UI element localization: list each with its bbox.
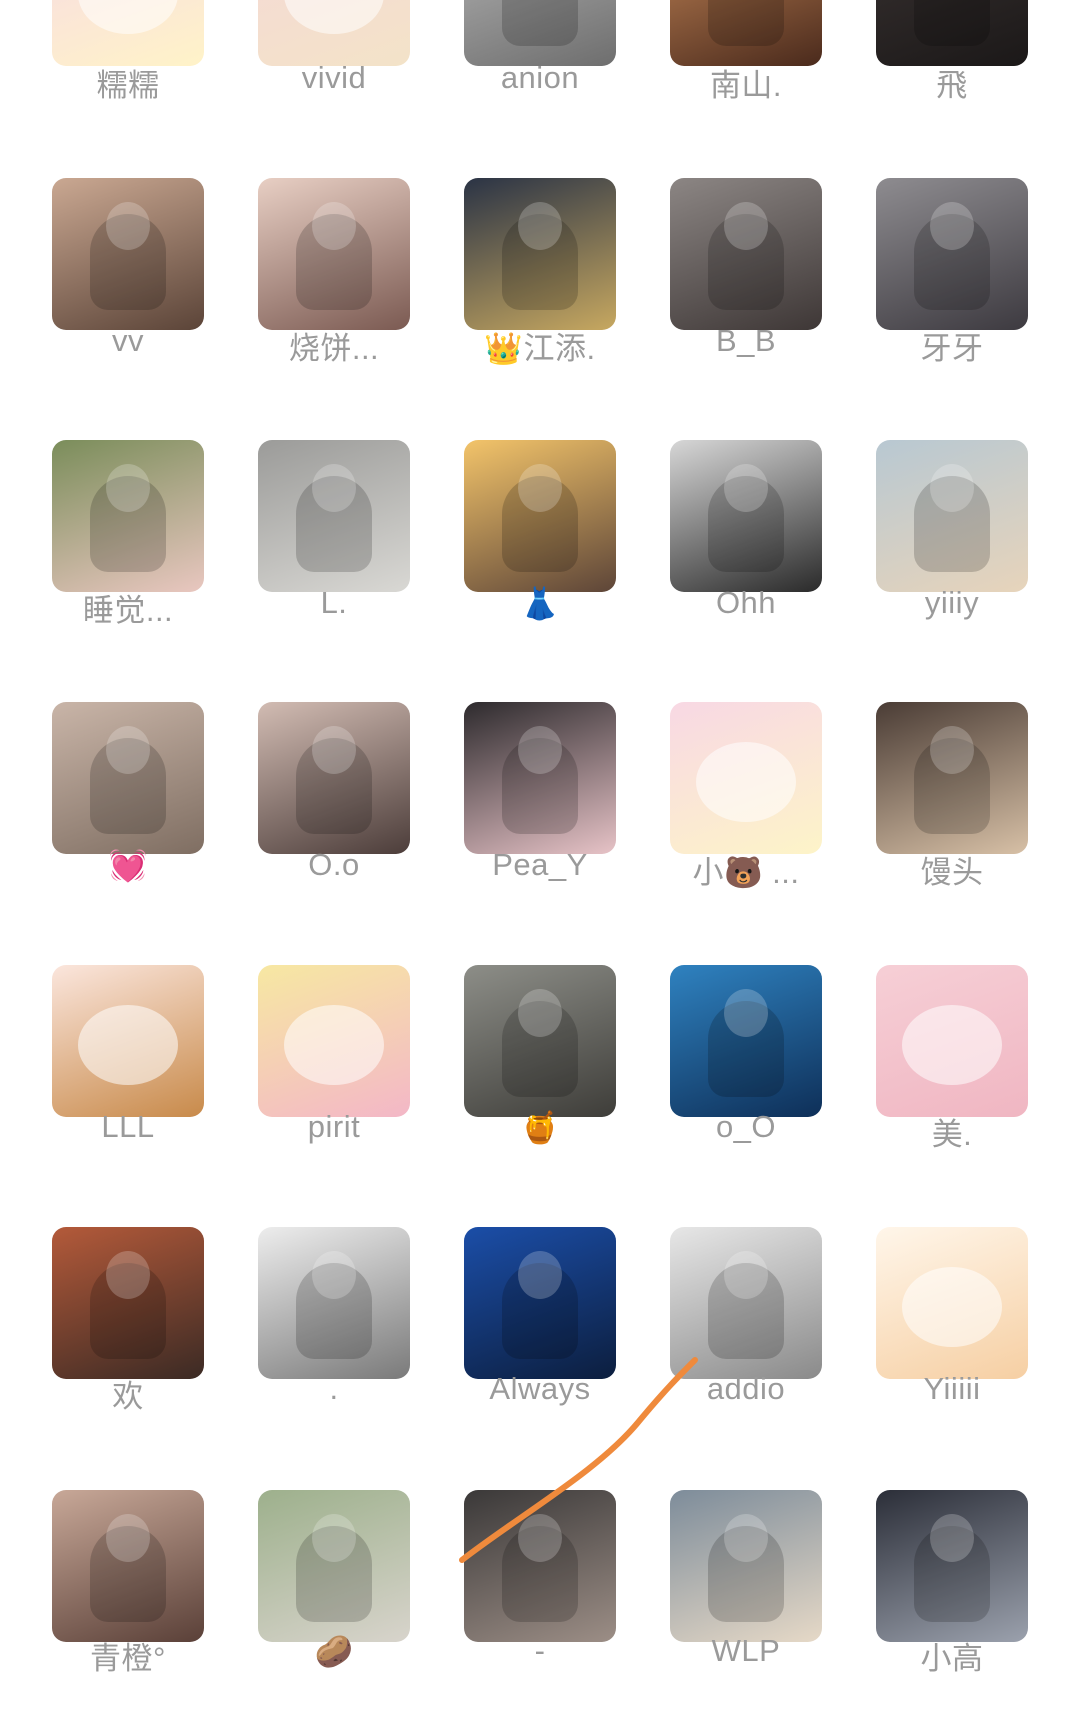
avatar-figure-head — [106, 1514, 150, 1562]
avatar-figure-head — [106, 726, 150, 774]
avatar-figure-head — [724, 1251, 768, 1299]
contact-name: 睡觉... — [82, 593, 174, 628]
contact-item[interactable]: 🥔 — [228, 0, 428, 1669]
avatar-figure-head — [518, 989, 562, 1037]
contact-avatar[interactable] — [670, 440, 822, 592]
contact-avatar[interactable] — [52, 1227, 204, 1379]
avatar-figure — [284, 1005, 384, 1085]
avatar-figure-head — [312, 1514, 356, 1562]
contact-avatar[interactable] — [52, 965, 204, 1117]
contact-name: 馒头 — [920, 855, 984, 890]
contact-avatar[interactable] — [876, 440, 1028, 592]
contact-name: Yiiiii — [923, 1371, 981, 1406]
contact-name: 👗 — [520, 586, 560, 621]
contact-name: 美. — [931, 1117, 973, 1152]
avatar-figure-head — [930, 464, 974, 512]
avatar-figure-head — [106, 1251, 150, 1299]
contact-name: 欢 — [112, 1379, 144, 1414]
contact-name: 小高 — [920, 1641, 984, 1676]
contact-avatar[interactable] — [876, 1490, 1028, 1642]
contact-avatar[interactable] — [670, 1227, 822, 1379]
contact-item[interactable]: 小高 — [846, 0, 1046, 1676]
contact-name: 💓 — [108, 848, 148, 883]
contact-avatar[interactable] — [52, 440, 204, 592]
contact-avatar[interactable] — [464, 965, 616, 1117]
contact-name: 🍯 — [520, 1110, 560, 1145]
contact-name: addio — [706, 1371, 786, 1406]
avatar-figure-head — [518, 1251, 562, 1299]
avatar-figure-head — [518, 726, 562, 774]
contact-name: B_B — [715, 323, 777, 358]
avatar-figure-head — [312, 726, 356, 774]
avatar-figure-head — [106, 464, 150, 512]
contact-name: 👑江添. — [484, 331, 596, 366]
avatar-figure-head — [518, 464, 562, 512]
contact-name: Ohh — [715, 585, 777, 620]
contact-avatar[interactable] — [258, 965, 410, 1117]
contact-name: . — [329, 1371, 339, 1406]
contact-avatar[interactable] — [670, 965, 822, 1117]
contact-name: Always — [489, 1371, 591, 1406]
contact-avatar[interactable] — [876, 965, 1028, 1117]
contact-name: WLP — [711, 1633, 781, 1668]
contact-name: L. — [320, 585, 348, 620]
contact-avatar[interactable] — [258, 702, 410, 854]
contact-name: - — [534, 1633, 546, 1668]
contact-item[interactable]: WLP — [640, 0, 840, 1668]
contact-name: 小🐻 ... — [692, 855, 800, 890]
avatar-figure-head — [930, 1514, 974, 1562]
contact-avatar[interactable] — [876, 702, 1028, 854]
contact-avatar[interactable] — [670, 1490, 822, 1642]
contact-item[interactable]: - — [434, 0, 634, 1668]
contact-avatar[interactable] — [464, 702, 616, 854]
avatar-figure — [696, 742, 796, 822]
avatar-figure-head — [930, 726, 974, 774]
avatar-figure-head — [312, 464, 356, 512]
contact-avatar[interactable] — [258, 1227, 410, 1379]
contact-avatar[interactable] — [876, 1227, 1028, 1379]
contact-avatar[interactable] — [464, 440, 616, 592]
contact-avatar[interactable] — [670, 702, 822, 854]
avatar-figure-head — [518, 1514, 562, 1562]
avatar-figure — [78, 1005, 178, 1085]
avatar-figure — [902, 1267, 1002, 1347]
contact-name: 青橙° — [90, 1641, 166, 1676]
contact-name: 🥔 — [314, 1634, 354, 1669]
avatar-figure — [902, 1005, 1002, 1085]
contact-avatar[interactable] — [52, 1490, 204, 1642]
contact-item[interactable]: 青橙° — [22, 0, 222, 1676]
contact-name: LLL — [101, 1109, 155, 1144]
contact-avatar[interactable] — [258, 440, 410, 592]
contact-avatar[interactable] — [464, 1227, 616, 1379]
contact-avatar[interactable] — [258, 1490, 410, 1642]
avatar-figure-head — [724, 989, 768, 1037]
contact-avatar[interactable] — [464, 1490, 616, 1642]
avatar-figure-head — [724, 464, 768, 512]
contact-name: 牙牙 — [920, 331, 984, 366]
contact-avatar[interactable] — [52, 702, 204, 854]
avatar-figure-head — [312, 1251, 356, 1299]
avatar-figure-head — [724, 1514, 768, 1562]
contact-name: pirit — [307, 1109, 361, 1144]
contact-name: Pea_Y — [492, 847, 588, 882]
contact-name: o_O — [715, 1109, 777, 1144]
contact-name: O.o — [308, 847, 360, 882]
contact-name: 烧饼... — [288, 331, 380, 366]
contact-name: yiiiy — [924, 585, 980, 620]
contact-name: vv — [112, 323, 144, 358]
